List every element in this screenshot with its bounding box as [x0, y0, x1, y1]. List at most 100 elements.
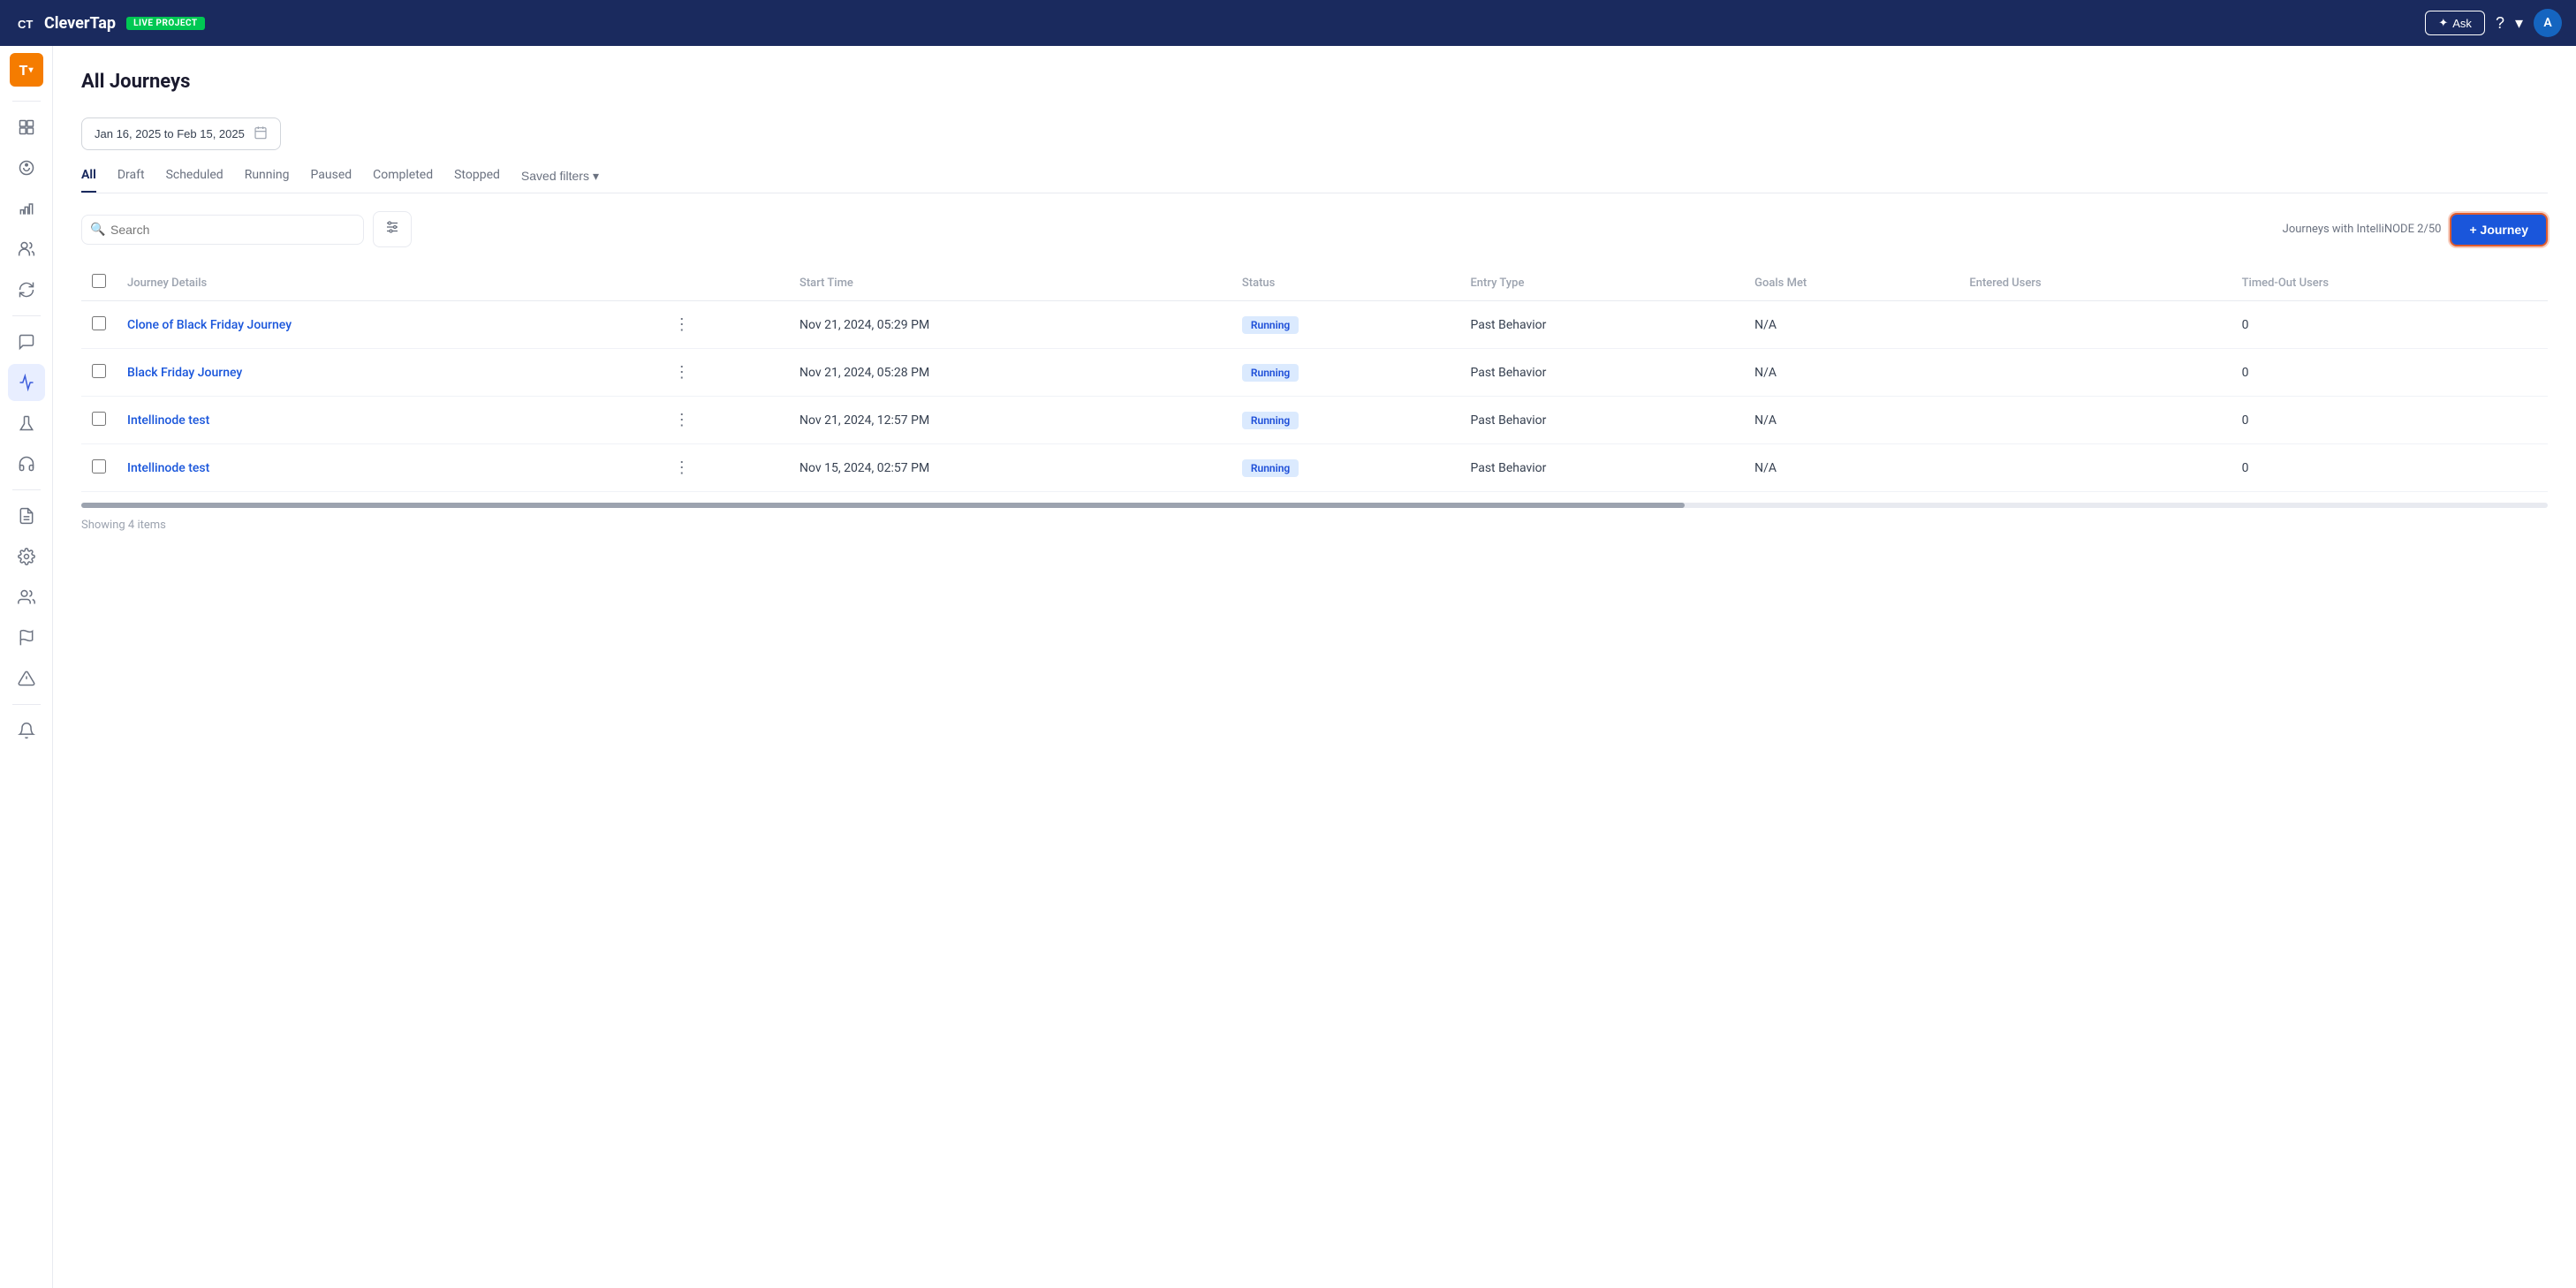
row-checkbox-cell	[81, 301, 117, 349]
select-all-checkbox[interactable]	[92, 274, 106, 288]
ask-button[interactable]: ✦ Ask	[2425, 11, 2485, 35]
workspace-chevron: ▾	[28, 65, 33, 75]
sidebar-item-users[interactable]	[8, 231, 45, 268]
journey-name-link-1[interactable]: Black Friday Journey	[127, 366, 242, 380]
table-header-row: Journey Details Start Time Status Entry …	[81, 265, 2548, 301]
search-input[interactable]	[81, 215, 364, 245]
sync-icon	[18, 281, 35, 299]
avatar[interactable]: A	[2534, 9, 2562, 37]
th-more	[660, 265, 789, 301]
row-entered-users	[1959, 349, 2231, 397]
sidebar-item-messages[interactable]	[8, 323, 45, 360]
workspace-selector[interactable]: T ▾	[10, 53, 43, 87]
sidebar-item-campaigns[interactable]	[8, 149, 45, 186]
dashboard-icon	[18, 118, 35, 136]
tab-completed[interactable]: Completed	[373, 168, 433, 193]
live-badge: LIVE PROJECT	[126, 17, 205, 30]
more-options-button-0[interactable]: ⋮	[671, 315, 693, 334]
row-goals-met: N/A	[1744, 301, 1959, 349]
sidebar-item-flags[interactable]	[8, 619, 45, 656]
journey-name-link-3[interactable]: Intellinode test	[127, 461, 209, 475]
help-button[interactable]: ?	[2496, 14, 2504, 33]
table-row: Black Friday Journey ⋮ Nov 21, 2024, 05:…	[81, 349, 2548, 397]
sidebar-item-audio[interactable]	[8, 445, 45, 482]
row-entry-type: Past Behavior	[1459, 444, 1744, 492]
campaigns-icon	[18, 159, 35, 177]
saved-filters-button[interactable]: Saved filters ▾	[521, 169, 599, 193]
logo-label: CleverTap	[44, 14, 116, 33]
top-nav: CT CleverTap LIVE PROJECT ✦ Ask ? ▾ A	[0, 0, 2576, 46]
create-journey-button[interactable]: + Journey	[2450, 213, 2548, 246]
tab-draft[interactable]: Draft	[117, 168, 145, 193]
search-wrap: 🔍	[81, 215, 364, 245]
app-body: T ▾	[0, 46, 2576, 1288]
row-more-cell: ⋮	[660, 349, 789, 397]
row-checkbox-2[interactable]	[92, 412, 106, 426]
bell-icon	[18, 722, 35, 739]
more-options-button-1[interactable]: ⋮	[671, 363, 693, 382]
row-goals-met: N/A	[1744, 444, 1959, 492]
row-timed-out-users: 0	[2231, 349, 2548, 397]
journey-table: Journey Details Start Time Status Entry …	[81, 265, 2548, 492]
journey-name-link-0[interactable]: Clone of Black Friday Journey	[127, 318, 292, 332]
tab-stopped[interactable]: Stopped	[454, 168, 500, 193]
row-checkbox-3[interactable]	[92, 459, 106, 474]
page-title: All Journeys	[81, 71, 2548, 93]
row-timed-out-users: 0	[2231, 397, 2548, 444]
row-start-time: Nov 21, 2024, 05:28 PM	[789, 349, 1231, 397]
tab-running[interactable]: Running	[245, 168, 290, 193]
svg-text:CT: CT	[18, 18, 33, 31]
th-journey-details: Journey Details	[117, 265, 660, 301]
row-checkbox-1[interactable]	[92, 364, 106, 378]
row-checkbox-0[interactable]	[92, 316, 106, 330]
sidebar-item-team[interactable]	[8, 579, 45, 616]
row-checkbox-cell	[81, 349, 117, 397]
status-badge-3: Running	[1242, 459, 1299, 477]
sliders-icon	[384, 219, 400, 239]
row-name-cell: Clone of Black Friday Journey	[117, 301, 660, 349]
warnings-icon	[18, 670, 35, 687]
tab-scheduled[interactable]: Scheduled	[166, 168, 224, 193]
search-icon: 🔍	[90, 223, 105, 237]
sidebar-item-journeys[interactable]	[8, 364, 45, 401]
users-icon	[18, 240, 35, 258]
more-options-button-3[interactable]: ⋮	[671, 458, 693, 477]
help-icon: ?	[2496, 14, 2504, 33]
chevron-down-icon: ▾	[2515, 14, 2523, 33]
tab-all[interactable]: All	[81, 168, 96, 193]
th-status: Status	[1231, 265, 1460, 301]
tab-paused[interactable]: Paused	[311, 168, 352, 193]
journey-name-link-2[interactable]: Intellinode test	[127, 413, 209, 428]
sidebar-item-reports[interactable]	[8, 497, 45, 534]
more-options-button-2[interactable]: ⋮	[671, 411, 693, 429]
sidebar-divider-4	[12, 704, 41, 705]
th-entry-type: Entry Type	[1459, 265, 1744, 301]
row-start-time: Nov 15, 2024, 02:57 PM	[789, 444, 1231, 492]
chevron-down-icon: ▾	[593, 169, 599, 184]
filter-options-button[interactable]	[373, 211, 412, 247]
logo[interactable]: CT CleverTap	[14, 11, 116, 35]
sidebar-item-settings[interactable]	[8, 538, 45, 575]
row-entered-users	[1959, 397, 2231, 444]
sidebar-divider-1	[12, 101, 41, 102]
row-more-cell: ⋮	[660, 444, 789, 492]
sidebar-item-warnings[interactable]	[8, 660, 45, 697]
headset-icon	[18, 455, 35, 473]
date-range-picker[interactable]: Jan 16, 2025 to Feb 15, 2025	[81, 117, 281, 150]
dropdown-button[interactable]: ▾	[2515, 14, 2523, 33]
row-status: Running	[1231, 397, 1460, 444]
sidebar-item-dashboard[interactable]	[8, 109, 45, 146]
sidebar-item-notifications[interactable]	[8, 712, 45, 749]
sidebar-item-sync[interactable]	[8, 271, 45, 308]
scrollbar-thumb[interactable]	[81, 503, 1685, 508]
row-name-cell: Intellinode test	[117, 444, 660, 492]
actions-row: 🔍 Journeys with IntelliNODE 2/50 + Journ…	[81, 211, 2548, 247]
sidebar-item-experiments[interactable]	[8, 405, 45, 442]
sidebar-divider-2	[12, 315, 41, 316]
sidebar-divider-3	[12, 489, 41, 490]
row-checkbox-cell	[81, 397, 117, 444]
row-status: Running	[1231, 301, 1460, 349]
row-entry-type: Past Behavior	[1459, 397, 1744, 444]
sidebar-item-analytics[interactable]	[8, 190, 45, 227]
table-scrollbar[interactable]	[81, 503, 2548, 508]
